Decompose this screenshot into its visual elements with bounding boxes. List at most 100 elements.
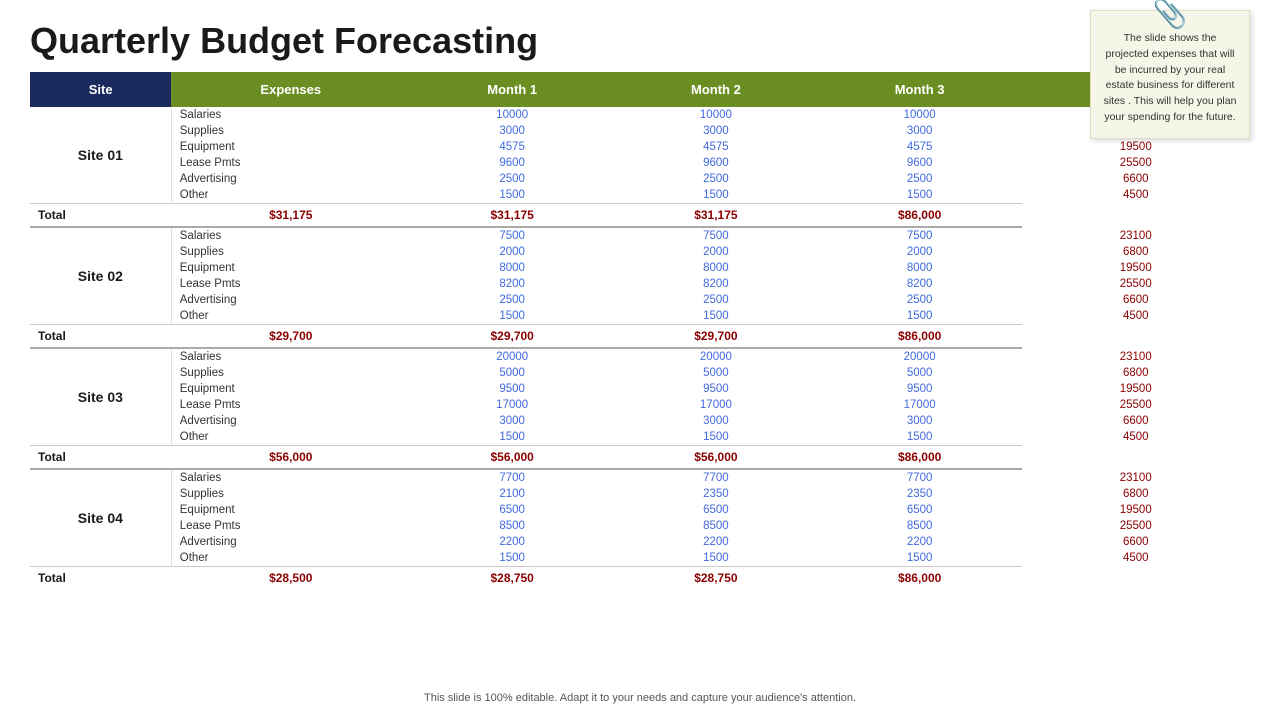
- expense-label: Salaries: [171, 227, 410, 244]
- value-cell-m2: 7700: [614, 469, 818, 486]
- expense-label: Supplies: [171, 123, 410, 139]
- value-cell-m3: 2000: [818, 244, 1022, 260]
- value-cell-m2: 1500: [614, 429, 818, 446]
- value-cell-m2: 2350: [614, 486, 818, 502]
- site-name: Site 03: [30, 348, 171, 446]
- value-cell-m3: 5000: [818, 365, 1022, 381]
- value-cell-m3: 8500: [818, 518, 1022, 534]
- table-row: Equipment45754575457519500: [30, 139, 1250, 155]
- value-cell-m3: 1500: [818, 550, 1022, 567]
- value-cell-m3: 3000: [818, 123, 1022, 139]
- table-row: Equipment95009500950019500: [30, 381, 1250, 397]
- value-cell-m2: 8500: [614, 518, 818, 534]
- value-cell-m2: 7500: [614, 227, 818, 244]
- total-value-m1: $56,000: [171, 446, 410, 470]
- value-cell-m3: 1500: [818, 187, 1022, 204]
- value-cell-m3: 10000: [818, 107, 1022, 123]
- table-row: Advertising3000300030006600: [30, 413, 1250, 429]
- total-value-m2: $31,175: [410, 204, 614, 228]
- value-cell-m1: 2500: [410, 171, 614, 187]
- value-cell-m2: 9500: [614, 381, 818, 397]
- expense-label: Salaries: [171, 107, 410, 123]
- table-row: Lease Pmts85008500850025500: [30, 518, 1250, 534]
- total-row: Total$29,700$29,700$29,700$86,000: [30, 325, 1250, 349]
- table-row: Site 03Salaries20000200002000023100: [30, 348, 1250, 365]
- expense-label: Equipment: [171, 381, 410, 397]
- expense-label: Advertising: [171, 534, 410, 550]
- value-cell-m3: 9600: [818, 155, 1022, 171]
- quarter-cell: 25500: [1022, 518, 1251, 534]
- value-cell-m1: 1500: [410, 550, 614, 567]
- table-row: Equipment80008000800019500: [30, 260, 1250, 276]
- table-row: Advertising2500250025006600: [30, 171, 1250, 187]
- quarter-cell: 25500: [1022, 155, 1251, 171]
- table-row: Advertising2200220022006600: [30, 534, 1250, 550]
- value-cell-m1: 7500: [410, 227, 614, 244]
- budget-table: Site Expenses Month 1 Month 2 Month 3 Qu…: [30, 72, 1250, 589]
- site-name: Site 01: [30, 107, 171, 204]
- total-value-m2: $28,750: [410, 567, 614, 590]
- note-container: 📎 The slide shows the projected expenses…: [1090, 10, 1250, 139]
- quarter-cell: 19500: [1022, 502, 1251, 518]
- expense-label: Lease Pmts: [171, 518, 410, 534]
- total-quarter: $86,000: [818, 446, 1022, 470]
- total-quarter: $86,000: [818, 567, 1022, 590]
- value-cell-m1: 8500: [410, 518, 614, 534]
- value-cell-m1: 2200: [410, 534, 614, 550]
- value-cell-m1: 6500: [410, 502, 614, 518]
- site-name: Site 04: [30, 469, 171, 567]
- total-label: Total: [30, 204, 171, 228]
- note-clip-icon: 📎: [1153, 0, 1188, 35]
- expense-label: Advertising: [171, 292, 410, 308]
- value-cell-m2: 5000: [614, 365, 818, 381]
- value-cell-m1: 10000: [410, 107, 614, 123]
- table-row: Supplies3000300030006800: [30, 123, 1250, 139]
- table-row: Site 01Salaries10000100001000023100: [30, 107, 1250, 123]
- value-cell-m1: 2000: [410, 244, 614, 260]
- value-cell-m2: 20000: [614, 348, 818, 365]
- table-row: Supplies2100235023506800: [30, 486, 1250, 502]
- value-cell-m2: 17000: [614, 397, 818, 413]
- total-label: Total: [30, 325, 171, 349]
- total-value-m3: $56,000: [614, 446, 818, 470]
- quarter-cell: 23100: [1022, 348, 1251, 365]
- quarter-cell: 6800: [1022, 486, 1251, 502]
- expense-label: Lease Pmts: [171, 155, 410, 171]
- expense-label: Advertising: [171, 171, 410, 187]
- total-value-m3: $28,750: [614, 567, 818, 590]
- total-value-m2: $56,000: [410, 446, 614, 470]
- quarter-cell: 6600: [1022, 534, 1251, 550]
- expense-label: Other: [171, 550, 410, 567]
- total-quarter: $86,000: [818, 325, 1022, 349]
- expense-label: Other: [171, 308, 410, 325]
- value-cell-m3: 2350: [818, 486, 1022, 502]
- expense-label: Supplies: [171, 365, 410, 381]
- quarter-cell: 23100: [1022, 469, 1251, 486]
- quarter-cell: 6600: [1022, 413, 1251, 429]
- expense-label: Supplies: [171, 244, 410, 260]
- table-row: Other1500150015004500: [30, 550, 1250, 567]
- quarter-cell: 19500: [1022, 139, 1251, 155]
- table-row: Advertising2500250025006600: [30, 292, 1250, 308]
- total-value-m1: $28,500: [171, 567, 410, 590]
- value-cell-m3: 3000: [818, 413, 1022, 429]
- expense-label: Lease Pmts: [171, 397, 410, 413]
- value-cell-m2: 9600: [614, 155, 818, 171]
- value-cell-m3: 1500: [818, 308, 1022, 325]
- quarter-cell: 19500: [1022, 260, 1251, 276]
- value-cell-m1: 9600: [410, 155, 614, 171]
- note-text: The slide shows the projected expenses t…: [1104, 32, 1237, 123]
- value-cell-m3: 2500: [818, 292, 1022, 308]
- total-value-m1: $29,700: [171, 325, 410, 349]
- value-cell-m3: 9500: [818, 381, 1022, 397]
- header-month2: Month 2: [614, 72, 818, 107]
- value-cell-m1: 17000: [410, 397, 614, 413]
- value-cell-m1: 2100: [410, 486, 614, 502]
- expense-label: Supplies: [171, 486, 410, 502]
- value-cell-m1: 3000: [410, 413, 614, 429]
- page-title: Quarterly Budget Forecasting: [0, 0, 1280, 72]
- total-row: Total$28,500$28,750$28,750$86,000: [30, 567, 1250, 590]
- expense-label: Other: [171, 187, 410, 204]
- table-row: Site 02Salaries75007500750023100: [30, 227, 1250, 244]
- expense-label: Other: [171, 429, 410, 446]
